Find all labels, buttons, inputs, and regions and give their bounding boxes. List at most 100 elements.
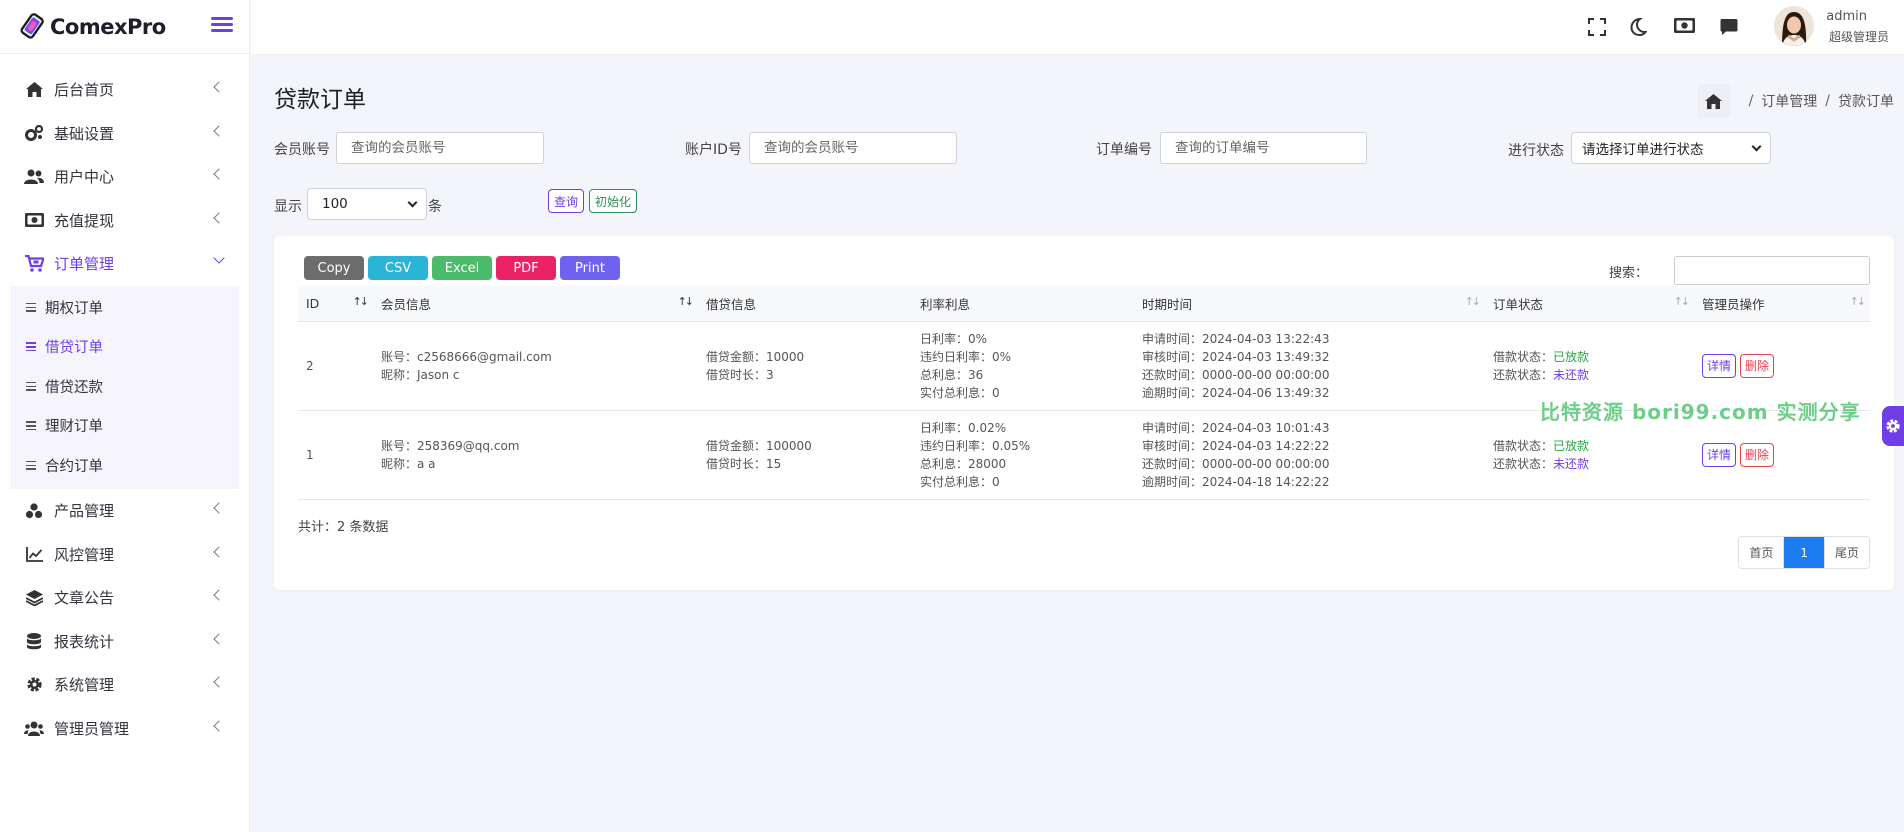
sidebar-item-users[interactable]: 用户中心: [0, 155, 249, 199]
database-icon: [24, 631, 44, 651]
column-header-time[interactable]: 时期时间 ↑↓: [1134, 286, 1485, 322]
menu-toggle-icon[interactable]: [211, 14, 233, 36]
member-account: 账号：258369@qq.com: [381, 438, 520, 453]
settings-gear-icon[interactable]: [1882, 406, 1904, 446]
cell-time: 申请时间：2024-04-03 13:22:43 审核时间：2024-04-03…: [1134, 321, 1485, 411]
submenu-item-label: 理财订单: [45, 419, 103, 436]
pager-current[interactable]: 1: [1783, 537, 1824, 568]
cell-loan: 借贷金额：100000 借贷时长：15: [698, 410, 912, 500]
submenu-item-label: 借贷订单: [45, 340, 103, 357]
member-nickname: 昵称：a a: [381, 456, 436, 471]
list-icon: [26, 302, 36, 312]
cell-loan: 借贷金额：10000 借贷时长：3: [698, 321, 912, 411]
cell-id: 2: [298, 321, 373, 411]
list-icon: [26, 381, 36, 391]
page-size-select[interactable]: 100: [307, 188, 427, 220]
pager-first[interactable]: 首页: [1739, 537, 1783, 568]
sort-icon: ↑↓: [677, 295, 695, 308]
delete-button[interactable]: 删除: [1740, 353, 1775, 378]
column-header-loan: 借贷信息: [698, 286, 912, 322]
chevron-down-icon: [407, 197, 418, 207]
moon-icon[interactable]: [1629, 17, 1649, 38]
print-button[interactable]: Print: [560, 256, 620, 280]
app-name: ComexPro: [50, 14, 166, 39]
loan-status: 借款状态：已放款: [1493, 438, 1590, 453]
detail-button[interactable]: 详情: [1702, 353, 1737, 378]
member-account-input[interactable]: [336, 132, 544, 164]
sidebar-menu: 后台首页 基础设置 用户中心 充值提现 订单管理 期权订单 借贷订单 借贷还款 …: [0, 54, 249, 750]
breadcrumb-home-icon[interactable]: [1696, 84, 1731, 118]
submenu-item-label: 借贷还款: [45, 379, 103, 396]
chevron-icon: [213, 502, 225, 514]
money-icon[interactable]: [1674, 18, 1695, 38]
column-header-id[interactable]: ID ↑↓: [298, 286, 373, 322]
breadcrumb-separator: /: [1748, 93, 1754, 109]
breadcrumb: / 订单管理 / 贷款订单: [1696, 84, 1894, 118]
users-icon: [24, 167, 44, 187]
paid-interest: 实付总利息：0: [920, 474, 1000, 489]
sidebar-item-label: 后台首页: [54, 81, 115, 100]
order-number-input[interactable]: [1160, 132, 1367, 164]
sidebar-item-products[interactable]: 产品管理: [0, 489, 249, 533]
pdf-button[interactable]: PDF: [496, 256, 556, 280]
pager-last[interactable]: 尾页: [1823, 537, 1869, 568]
avatar[interactable]: [1774, 6, 1814, 46]
submenu-item-loan-repayment[interactable]: 借贷还款: [10, 367, 239, 407]
show-unit: 条: [428, 199, 442, 215]
sidebar-item-system[interactable]: 系统管理: [0, 663, 249, 707]
cell-member: 账号：c2568666@gmail.com 昵称：Jason c: [373, 321, 698, 411]
sidebar-item-reports[interactable]: 报表统计: [0, 620, 249, 664]
submenu-item-contract[interactable]: 合约订单: [10, 446, 239, 486]
chevron-icon: [213, 545, 225, 558]
cell-id: 1: [298, 410, 373, 500]
sidebar-item-risk[interactable]: 风控管理: [0, 533, 249, 577]
chevron-icon: [213, 589, 225, 601]
copy-button[interactable]: Copy: [304, 256, 364, 280]
sidebar-item-label: 管理员管理: [54, 719, 130, 738]
csv-button[interactable]: CSV: [368, 256, 428, 280]
loan-amount: 借贷金额：10000: [706, 349, 805, 364]
sidebar-item-settings[interactable]: 基础设置: [0, 112, 249, 156]
column-header-actions[interactable]: 管理员操作 ↑↓: [1694, 286, 1870, 322]
account-id-input[interactable]: [749, 132, 957, 164]
sidebar-item-articles[interactable]: 文章公告: [0, 576, 249, 620]
submenu-item-finance[interactable]: 理财订单: [10, 406, 239, 446]
submenu-item-label: 期权订单: [45, 300, 103, 317]
submenu-item-loan-orders[interactable]: 借贷订单: [10, 327, 239, 367]
fullscreen-icon[interactable]: [1588, 18, 1608, 38]
sidebar-item-label: 文章公告: [54, 589, 115, 608]
user-group-icon: [24, 718, 44, 738]
sidebar-item-admins[interactable]: 管理员管理: [0, 707, 249, 751]
orders-submenu: 期权订单 借贷订单 借贷还款 理财订单 合约订单: [10, 285, 239, 489]
chevron-icon: [213, 168, 225, 180]
sidebar-item-dashboard[interactable]: 后台首页: [0, 68, 249, 112]
loan-duration: 借贷时长：3: [706, 367, 774, 382]
submenu-item-options[interactable]: 期权订单: [10, 288, 239, 328]
sidebar-item-orders[interactable]: 订单管理: [0, 242, 249, 286]
apply-time: 申请时间：2024-04-03 10:01:43: [1142, 420, 1330, 435]
query-button[interactable]: 查询: [548, 189, 585, 213]
repay-status-value: 未还款: [1553, 456, 1590, 471]
repay-status-value: 未还款: [1553, 367, 1590, 382]
message-icon[interactable]: [1720, 18, 1740, 38]
delete-button[interactable]: 删除: [1740, 442, 1775, 467]
cell-rate: 日利率：0.02% 违约日利率：0.05% 总利息：28000 实付总利息：0: [912, 410, 1134, 500]
cell-rate: 日利率：0% 违约日利率：0% 总利息：36 实付总利息：0: [912, 321, 1134, 411]
detail-button[interactable]: 详情: [1702, 442, 1737, 467]
reset-button[interactable]: 初始化: [589, 189, 638, 213]
list-icon: [26, 460, 36, 470]
daily-rate: 日利率：0%: [920, 331, 988, 346]
sort-icon: ↑↓: [1849, 295, 1867, 308]
breadcrumb-item[interactable]: 订单管理: [1761, 91, 1817, 111]
excel-button[interactable]: Excel: [432, 256, 492, 280]
status-select[interactable]: 请选择订单进行状态: [1571, 132, 1771, 164]
sidebar-item-label: 充值提现: [54, 211, 115, 230]
cubes-icon: [24, 501, 44, 521]
column-header-status[interactable]: 订单状态 ↑↓: [1485, 286, 1694, 322]
sidebar-item-label: 风控管理: [54, 545, 115, 564]
sidebar-item-deposit-withdraw[interactable]: 充值提现: [0, 199, 249, 243]
chevron-icon: [213, 676, 225, 688]
column-header-member[interactable]: 会员信息 ↑↓: [373, 286, 698, 322]
table-search-input[interactable]: [1674, 256, 1870, 285]
gear-icon: [24, 675, 44, 695]
